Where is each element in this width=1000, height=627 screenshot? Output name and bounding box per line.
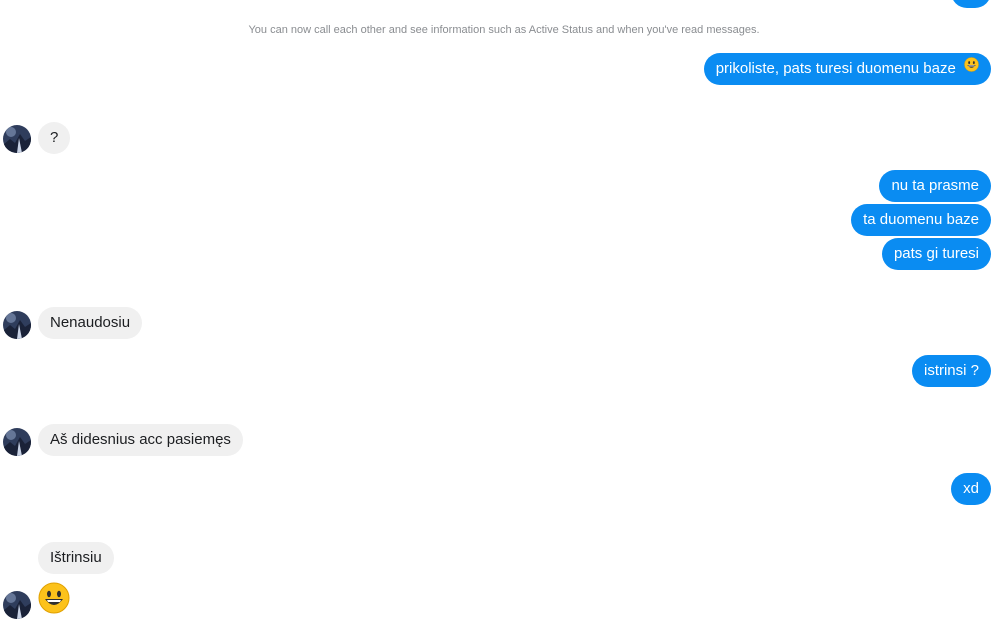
chat-thread: You can now call each other and see info…	[0, 0, 1000, 627]
contact-avatar[interactable]	[3, 125, 31, 153]
outgoing-message[interactable]: nu ta prasme	[879, 170, 991, 202]
incoming-message[interactable]: Nenaudosiu	[38, 307, 143, 339]
contact-avatar[interactable]	[3, 428, 31, 456]
system-notice: You can now call each other and see info…	[248, 24, 760, 36]
outgoing-message-partial[interactable]	[951, 0, 991, 8]
incoming-message[interactable]: Ištrinsiu	[38, 542, 114, 574]
outgoing-message[interactable]: ta duomenu baze	[851, 204, 991, 236]
contact-avatar[interactable]	[3, 591, 31, 619]
outgoing-message[interactable]: istrinsi ?	[911, 355, 991, 387]
outgoing-message[interactable]: pats gi turesi	[881, 238, 991, 270]
grinning-face-icon	[964, 52, 979, 84]
outgoing-message[interactable]: xd	[951, 473, 991, 505]
contact-avatar[interactable]	[3, 311, 31, 339]
outgoing-message[interactable]: prikoliste, pats turesi duomenu baze	[703, 52, 991, 85]
message-text: prikoliste, pats turesi duomenu baze	[715, 60, 956, 77]
incoming-message[interactable]: ?	[38, 122, 71, 154]
grinning-face-icon[interactable]	[38, 582, 70, 614]
incoming-message[interactable]: Aš didesnius acc pasiemęs	[38, 424, 243, 456]
